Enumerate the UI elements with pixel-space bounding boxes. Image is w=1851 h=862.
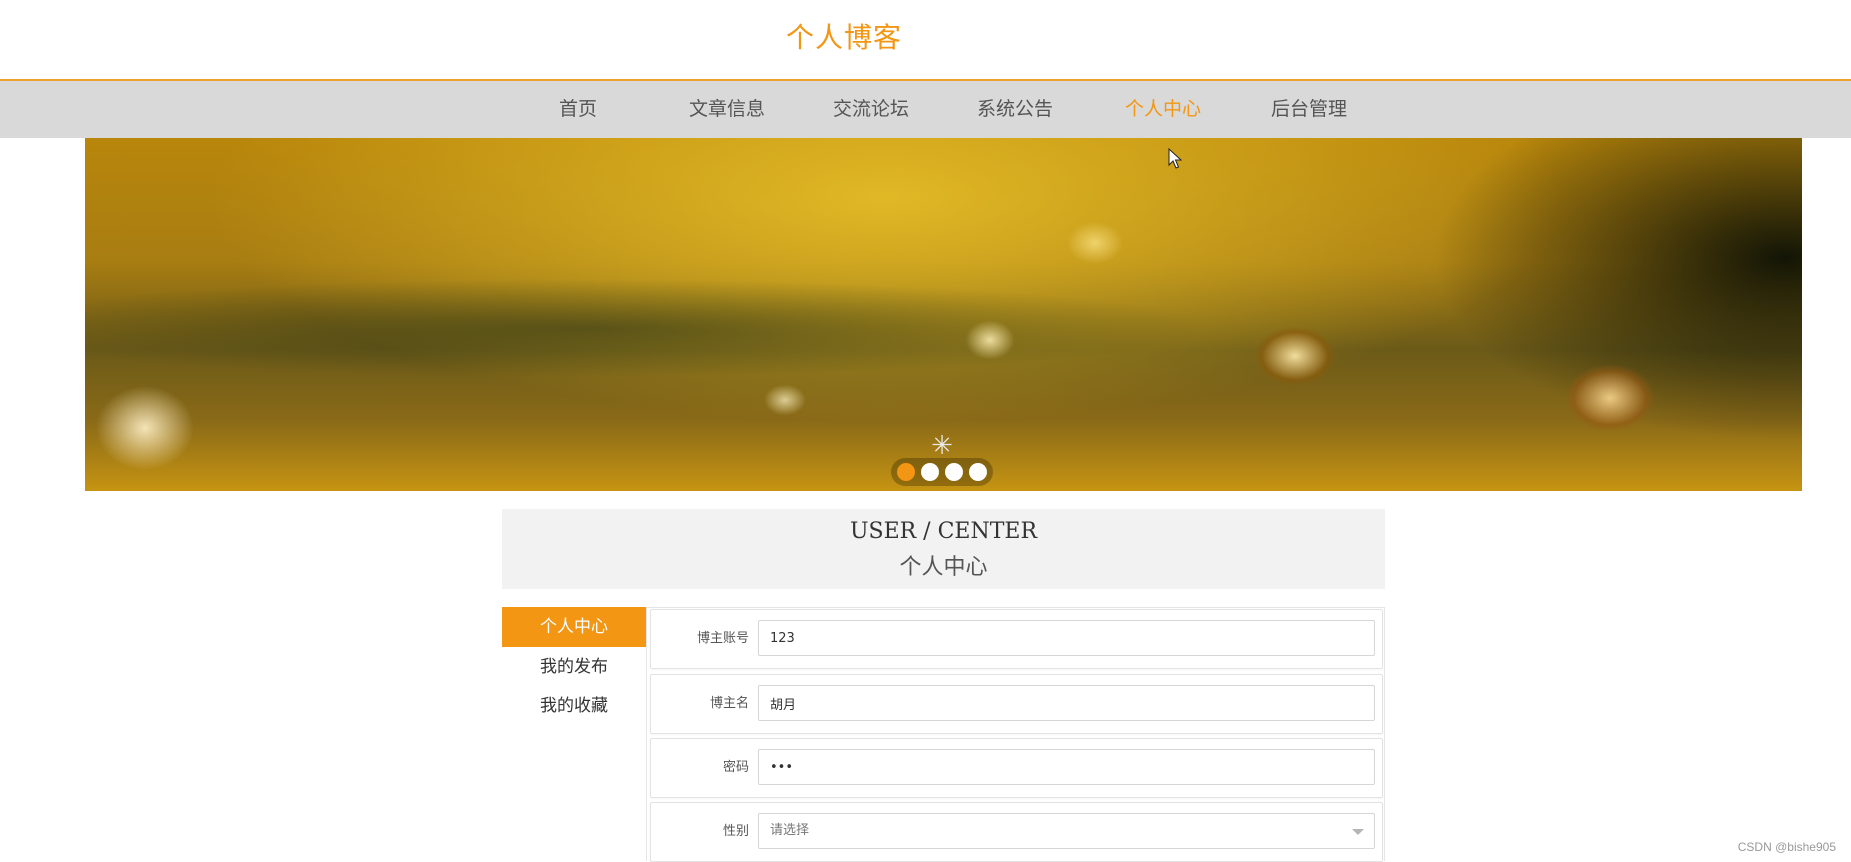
form-row-gender: 性别 请选择 [650, 802, 1383, 862]
gender-label: 性别 [722, 824, 749, 839]
name-field[interactable] [758, 685, 1375, 721]
nav-item-articles[interactable]: 文章信息 [689, 81, 765, 138]
top-header: 个人博客 [0, 0, 1851, 81]
chevron-down-icon [1352, 829, 1364, 835]
nav-item-user-center[interactable]: 个人中心 [1125, 81, 1201, 138]
site-title[interactable]: 个人博客 [786, 16, 902, 56]
sidebar-item-my-favorites[interactable]: 我的收藏 [502, 686, 646, 726]
main-nav: 首页 文章信息 交流论坛 系统公告 个人中心 后台管理 [0, 81, 1851, 138]
sidebar-item-my-posts[interactable]: 我的发布 [502, 647, 646, 687]
carousel-dot-2[interactable] [921, 463, 939, 481]
user-center-title-en: USER / CENTER [849, 519, 1038, 544]
password-label: 密码 [722, 760, 749, 775]
account-field[interactable] [758, 620, 1375, 656]
sidebar-item-user-center[interactable]: 个人中心 [502, 607, 646, 647]
user-center-title-cn: 个人中心 [899, 555, 988, 580]
mouse-cursor-icon [1168, 148, 1182, 169]
carousel-indicators [891, 458, 993, 486]
carousel-dot-1[interactable] [897, 463, 915, 481]
profile-form: 博主账号 博主名 密码 性别 请选择 [646, 607, 1385, 862]
form-row-name: 博主名 [650, 674, 1383, 734]
account-label: 博主账号 [696, 631, 749, 646]
watermark: CSDN @bishe905 [1737, 840, 1836, 854]
form-row-password: 密码 [650, 738, 1383, 798]
carousel-dot-3[interactable] [945, 463, 963, 481]
gender-select[interactable]: 请选择 [758, 813, 1375, 849]
nav-item-home[interactable]: 首页 [559, 81, 597, 138]
user-sidebar: 个人中心 我的发布 我的收藏 [502, 607, 647, 860]
password-field[interactable] [758, 749, 1375, 785]
nav-item-forum[interactable]: 交流论坛 [833, 81, 909, 138]
name-label: 博主名 [709, 696, 749, 711]
form-row-account: 博主账号 [650, 609, 1383, 669]
nav-item-announcements[interactable]: 系统公告 [977, 81, 1053, 138]
gender-select-placeholder: 请选择 [770, 823, 810, 838]
nav-item-admin[interactable]: 后台管理 [1271, 81, 1347, 138]
spinner-icon: ✳ [931, 431, 953, 461]
user-center-header: USER / CENTER 个人中心 [502, 509, 1385, 589]
carousel-dot-4[interactable] [969, 463, 987, 481]
